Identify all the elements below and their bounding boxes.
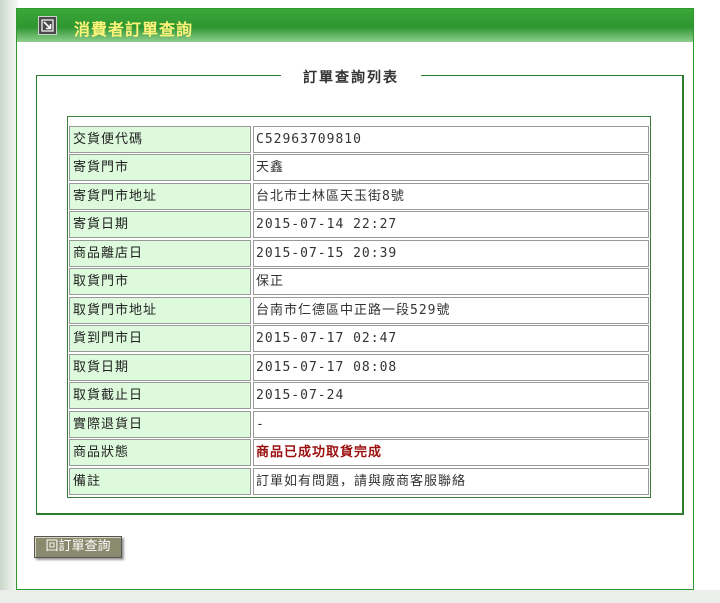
row-label: 商品狀態 <box>69 439 251 466</box>
row-value: C52963709810 <box>253 126 649 153</box>
row-value: 保正 <box>253 268 649 295</box>
table-row: 取貨門市 保正 <box>69 268 649 295</box>
table-row: 商品狀態 商品已成功取貨完成 <box>69 439 649 466</box>
page-title: 消費者訂單查詢 <box>74 20 194 39</box>
row-value: 天鑫 <box>253 154 649 181</box>
row-label: 商品離店日 <box>69 240 251 267</box>
row-label: 寄貨門市地址 <box>69 183 251 210</box>
row-label: 取貨門市 <box>69 268 251 295</box>
row-value: - <box>253 411 649 438</box>
row-label: 寄貨門市 <box>69 154 251 181</box>
table-row: 取貨截止日 2015-07-24 <box>69 382 649 409</box>
table-row: 取貨日期 2015-07-17 08:08 <box>69 354 649 381</box>
row-label: 實際退貨日 <box>69 411 251 438</box>
row-label: 貨到門市日 <box>69 325 251 352</box>
row-value: 台北市士林區天玉街8號 <box>253 183 649 210</box>
table-row: 實際退貨日 - <box>69 411 649 438</box>
table-row: 商品離店日 2015-07-15 20:39 <box>69 240 649 267</box>
row-value: 訂單如有問題，請與廠商客服聯絡 <box>253 468 649 495</box>
table-row: 取貨門市地址 台南市仁德區中正路一段529號 <box>69 297 649 324</box>
table-row: 寄貨門市 天鑫 <box>69 154 649 181</box>
table-row: 寄貨門市地址 台北市士林區天玉街8號 <box>69 183 649 210</box>
table-row: 交貨便代碼 C52963709810 <box>69 126 649 153</box>
table-row: 寄貨日期 2015-07-14 22:27 <box>69 211 649 238</box>
order-list-legend: 訂單查詢列表 <box>281 67 421 87</box>
row-value: 2015-07-24 <box>253 382 649 409</box>
back-to-order-query-button[interactable]: 回訂單查詢 <box>34 536 122 558</box>
row-label: 寄貨日期 <box>69 211 251 238</box>
arrow-down-right-icon <box>38 16 57 35</box>
row-label: 備註 <box>69 468 251 495</box>
row-label: 交貨便代碼 <box>69 126 251 153</box>
row-label: 取貨門市地址 <box>69 297 251 324</box>
row-value: 台南市仁德區中正路一段529號 <box>253 297 649 324</box>
status-value: 商品已成功取貨完成 <box>253 439 649 466</box>
row-label: 取貨截止日 <box>69 382 251 409</box>
table-row: 備註 訂單如有問題，請與廠商客服聯絡 <box>69 468 649 495</box>
order-detail-table: 交貨便代碼 C52963709810 寄貨門市 天鑫 寄貨門市地址 台北市士林區… <box>67 116 651 498</box>
row-value: 2015-07-15 20:39 <box>253 240 649 267</box>
row-value: 2015-07-17 08:08 <box>253 354 649 381</box>
table-row: 貨到門市日 2015-07-17 02:47 <box>69 325 649 352</box>
row-value: 2015-07-17 02:47 <box>253 325 649 352</box>
row-label: 取貨日期 <box>69 354 251 381</box>
page-bottom-strip <box>0 590 720 603</box>
row-value: 2015-07-14 22:27 <box>253 211 649 238</box>
panel-header: 消費者訂單查詢 <box>17 9 693 42</box>
